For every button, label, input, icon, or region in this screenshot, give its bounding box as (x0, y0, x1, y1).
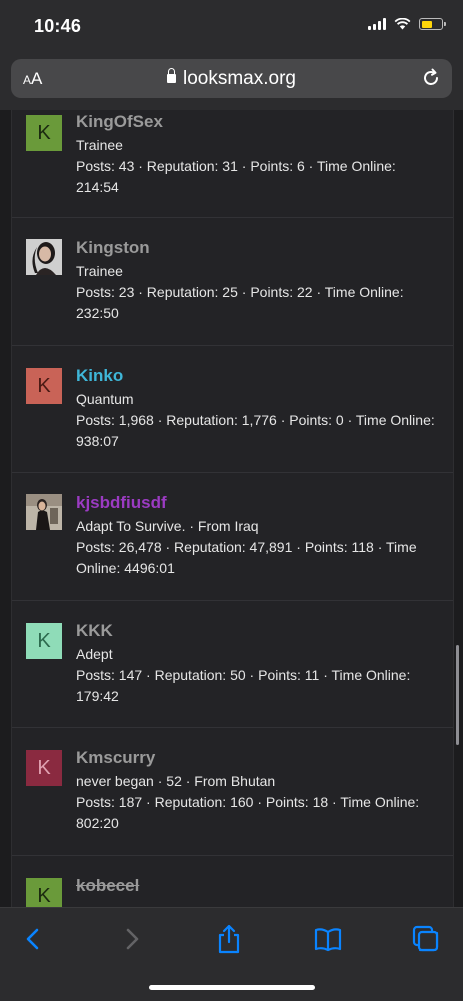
home-indicator[interactable] (149, 985, 315, 990)
member-name[interactable]: Kingston (76, 237, 439, 259)
member-title: Adept (76, 646, 113, 662)
share-icon (218, 924, 240, 954)
avatar[interactable] (26, 239, 62, 275)
bookmarks-button[interactable] (312, 924, 344, 954)
member-stats: Posts: 23 · Reputation: 25 · Points: 22 … (76, 284, 404, 321)
avatar[interactable]: K (26, 878, 62, 907)
tabs-icon (412, 925, 439, 952)
list-item[interactable]: kjsbdfiusdf Adapt To Survive. · From Ira… (12, 472, 453, 601)
member-title: Trainee (76, 137, 123, 153)
back-icon (26, 928, 39, 950)
avatar[interactable]: K (26, 115, 62, 151)
list-item[interactable]: Kingston Trainee Posts: 23 · Reputation:… (12, 217, 453, 346)
lock-icon (167, 68, 176, 83)
member-title: Trainee (76, 263, 123, 279)
member-list-area[interactable]: K KingOfSex Trainee Posts: 43 · Reputati… (0, 110, 463, 907)
member-name[interactable]: Kinko (76, 365, 439, 387)
share-button[interactable] (213, 924, 245, 954)
list-item[interactable]: K KKK Adept Posts: 147 · Reputation: 50 … (12, 600, 453, 728)
member-title: never began · 52 · From Bhutan (76, 773, 276, 789)
list-item[interactable]: K Kmscurry never began · 52 · From Bhuta… (12, 727, 453, 856)
forward-button[interactable] (116, 924, 148, 954)
list-item[interactable]: K Kinko Quantum Posts: 1,968 · Reputatio… (12, 345, 453, 473)
avatar-letter: K (37, 884, 51, 907)
avatar-letter: K (37, 629, 51, 652)
cellular-signal-icon (368, 18, 386, 30)
member-stats: Posts: 1,968 · Reputation: 1,776 · Point… (76, 412, 435, 449)
member-name[interactable]: kobecel (76, 875, 439, 897)
address-bar[interactable]: AA looksmax.org (11, 59, 452, 98)
status-bar: 10:46 (0, 0, 463, 52)
member-name[interactable]: Kmscurry (76, 747, 439, 769)
member-title: Quantum (76, 391, 134, 407)
status-time: 10:46 (34, 16, 82, 36)
battery-icon (419, 18, 446, 30)
member-stats: Posts: 187 · Reputation: 160 · Points: 1… (76, 794, 420, 831)
avatar-letter: K (37, 121, 51, 144)
back-button[interactable] (17, 924, 49, 954)
url-display[interactable]: looksmax.org (11, 68, 452, 90)
browser-address-area: AA looksmax.org (0, 52, 463, 110)
scrollbar[interactable] (456, 645, 459, 745)
avatar[interactable] (26, 494, 62, 530)
member-stats: Posts: 147 · Reputation: 50 · Points: 11… (76, 667, 411, 704)
wifi-icon (394, 18, 411, 30)
avatar-letter: K (37, 374, 51, 397)
member-name[interactable]: KingOfSex (76, 111, 439, 133)
member-title: Adapt To Survive. · From Iraq (76, 518, 259, 534)
reload-icon[interactable] (420, 67, 442, 89)
avatar[interactable]: K (26, 368, 62, 404)
member-list: K KingOfSex Trainee Posts: 43 · Reputati… (11, 110, 454, 907)
list-item[interactable]: K KingOfSex Trainee Posts: 43 · Reputati… (12, 110, 453, 218)
member-name[interactable]: KKK (76, 620, 439, 642)
list-item[interactable]: K kobecel (12, 855, 453, 907)
member-stats: Posts: 43 · Reputation: 31 · Points: 6 ·… (76, 158, 396, 195)
avatar-letter: K (37, 756, 51, 779)
tabs-button[interactable] (410, 924, 442, 954)
forward-icon (126, 928, 139, 950)
status-icons (368, 18, 446, 30)
member-name[interactable]: kjsbdfiusdf (76, 492, 439, 514)
avatar[interactable]: K (26, 623, 62, 659)
url-text: looksmax.org (183, 68, 296, 89)
bookmarks-icon (314, 928, 342, 952)
avatar[interactable]: K (26, 750, 62, 786)
member-stats: Posts: 26,478 · Reputation: 47,891 · Poi… (76, 539, 417, 576)
